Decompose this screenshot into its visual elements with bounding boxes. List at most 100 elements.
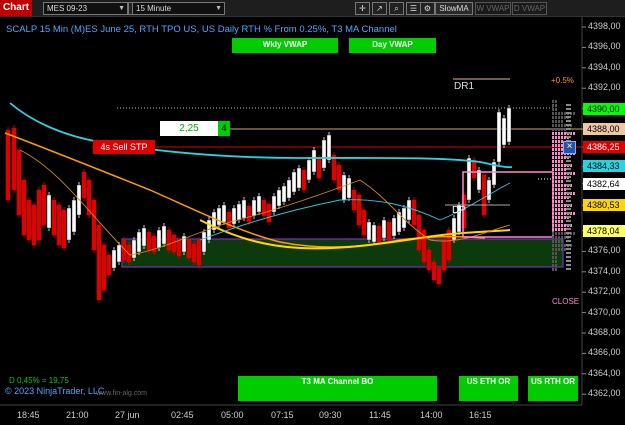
tpo-cell bbox=[558, 112, 560, 115]
wkly-vwap-button[interactable]: Wkly VWAP bbox=[232, 38, 338, 53]
time-axis-label: 18:45 bbox=[17, 410, 40, 420]
candle-body bbox=[101, 244, 107, 291]
candle-body bbox=[371, 224, 377, 243]
tpo-cell bbox=[555, 204, 557, 207]
tpo-cell bbox=[555, 256, 557, 259]
tpo-cell bbox=[564, 128, 566, 131]
candle-body bbox=[406, 199, 412, 221]
tpo-cell bbox=[558, 188, 560, 191]
tpo-cell bbox=[561, 120, 563, 123]
chart-title: SCALP 15 Min (M)ES June 25, RTH TPO US, … bbox=[6, 24, 397, 35]
tpo-cell bbox=[558, 160, 560, 163]
tpo-cell bbox=[552, 104, 554, 107]
candle-body bbox=[476, 169, 482, 191]
price-axis-label: 4396,00 bbox=[588, 41, 621, 52]
candle-body bbox=[496, 111, 502, 163]
tpo-cell bbox=[555, 260, 557, 263]
close-icon[interactable]: × bbox=[563, 141, 576, 154]
candle-body bbox=[166, 229, 172, 251]
tpo-cell bbox=[555, 124, 557, 127]
candle-body bbox=[21, 179, 27, 236]
tpo-dot bbox=[566, 160, 571, 162]
tpo-cell bbox=[552, 164, 554, 167]
t3-channel-bo-label: T3 MA Channel BO bbox=[301, 377, 374, 386]
tpo-dot bbox=[566, 240, 571, 242]
tpo-dot bbox=[566, 216, 571, 218]
price-axis-label: 4370,00 bbox=[588, 306, 621, 317]
tpo-cell bbox=[561, 228, 563, 231]
order-quantity-field[interactable]: 2,25 bbox=[160, 121, 218, 136]
tpo-cell bbox=[564, 232, 566, 235]
tpo-cell bbox=[561, 232, 563, 235]
tpo-cell bbox=[561, 168, 563, 171]
tpo-cell bbox=[558, 144, 560, 147]
time-axis-label: 09:30 bbox=[319, 410, 342, 420]
tpo-cell bbox=[561, 212, 563, 215]
price-axis-label: 4362,00 bbox=[588, 388, 621, 399]
tpo-cell bbox=[555, 144, 557, 147]
candle-body bbox=[241, 199, 247, 219]
tpo-cell bbox=[555, 180, 557, 183]
tpo-cell bbox=[552, 116, 554, 119]
tpo-cell bbox=[555, 188, 557, 191]
candle-body bbox=[31, 204, 37, 246]
candle-body bbox=[276, 189, 282, 207]
tpo-cell bbox=[558, 116, 560, 119]
tpo-dot bbox=[566, 192, 571, 194]
us-rth-or-button[interactable]: US RTH OR bbox=[528, 376, 578, 401]
candle-body bbox=[381, 219, 387, 239]
t3-channel-bo-button[interactable]: T3 MA Channel BO bbox=[238, 376, 437, 401]
candle-body bbox=[246, 205, 252, 223]
tpo-cell bbox=[555, 220, 557, 223]
tpo-cell bbox=[564, 156, 566, 159]
time-axis-label: 05:00 bbox=[221, 410, 244, 420]
candle-body bbox=[51, 199, 57, 236]
tpo-cell bbox=[552, 168, 554, 171]
tpo-dot bbox=[566, 136, 571, 138]
tpo-cell bbox=[555, 176, 557, 179]
tpo-cell bbox=[555, 192, 557, 195]
tpo-cell bbox=[552, 232, 554, 235]
plus-percent-label: +0.5% bbox=[551, 76, 574, 85]
candle-body bbox=[96, 224, 102, 301]
candle-body bbox=[316, 157, 322, 179]
tpo-cell bbox=[564, 164, 566, 167]
tpo-dot bbox=[566, 236, 571, 238]
tpo-cell bbox=[564, 204, 566, 207]
tpo-cell bbox=[555, 104, 557, 107]
us-eth-or-button[interactable]: US ETH OR bbox=[459, 376, 518, 401]
candle-body bbox=[251, 199, 257, 217]
tpo-dot bbox=[566, 156, 571, 158]
tpo-cell bbox=[552, 128, 554, 131]
tpo-cell bbox=[558, 156, 560, 159]
order-count-badge[interactable]: 4 bbox=[218, 121, 230, 136]
dr1-label: DR1 bbox=[454, 81, 475, 92]
tpo-cell bbox=[558, 192, 560, 195]
sell-stop-order-label[interactable]: 4s Sell STP bbox=[93, 140, 155, 154]
day-vwap-button[interactable]: Day VWAP bbox=[349, 38, 436, 53]
tpo-cell bbox=[555, 184, 557, 187]
tpo-cell bbox=[561, 208, 563, 211]
tpo-cell bbox=[555, 128, 557, 131]
tpo-cell bbox=[555, 212, 557, 215]
time-axis-label: 07:15 bbox=[271, 410, 294, 420]
tpo-cell bbox=[561, 220, 563, 223]
tpo-cell bbox=[552, 248, 554, 251]
tpo-cell bbox=[555, 152, 557, 155]
tpo-cell bbox=[561, 248, 563, 251]
tpo-cell bbox=[558, 204, 560, 207]
candle-body bbox=[366, 221, 372, 241]
price-chart[interactable] bbox=[0, 0, 625, 425]
price-axis-label: 4366,00 bbox=[588, 347, 621, 358]
candle-body bbox=[176, 239, 182, 257]
tpo-cell bbox=[552, 112, 554, 115]
tpo-cell bbox=[552, 132, 554, 135]
tpo-cell bbox=[552, 160, 554, 163]
tpo-cell bbox=[564, 112, 566, 115]
price-tag: 4386,25 bbox=[583, 140, 625, 153]
tpo-cell bbox=[561, 124, 563, 127]
tpo-cell bbox=[564, 168, 566, 171]
tpo-cell bbox=[552, 152, 554, 155]
tpo-dot bbox=[566, 224, 571, 226]
candle-body bbox=[146, 231, 152, 251]
